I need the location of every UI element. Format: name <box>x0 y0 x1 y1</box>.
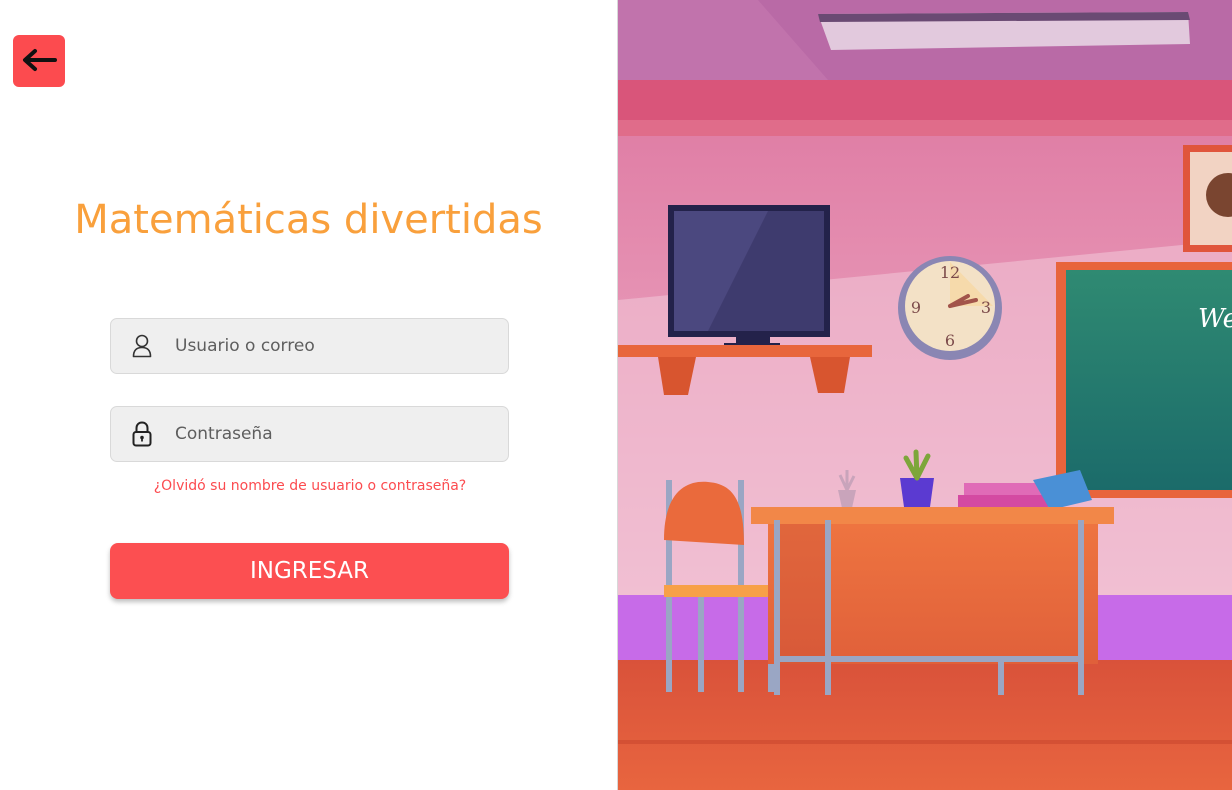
forgot-credentials-link[interactable]: ¿Olvidó su nombre de usuario o contraseñ… <box>0 478 620 494</box>
clock-number-3: 3 <box>981 298 991 317</box>
clock-number-9: 9 <box>911 298 921 317</box>
arrow-left-icon <box>21 48 57 75</box>
classroom-illustration: 12 3 6 9 We <box>617 0 1232 790</box>
lock-icon <box>131 421 153 447</box>
clock-number-6: 6 <box>945 331 955 350</box>
back-button[interactable] <box>13 35 65 87</box>
chalkboard-text: We <box>1198 304 1232 334</box>
username-field[interactable] <box>110 318 509 374</box>
page-title: Matemáticas divertidas <box>74 197 543 243</box>
clock-number-12: 12 <box>940 263 960 282</box>
password-field[interactable] <box>110 406 509 462</box>
user-icon <box>131 333 153 359</box>
login-page: Matemáticas divertidas ¿Olvid <box>0 0 1232 790</box>
login-panel: Matemáticas divertidas ¿Olvid <box>0 0 617 790</box>
password-input[interactable] <box>175 407 508 461</box>
login-submit-button[interactable]: INGRESAR <box>110 543 509 599</box>
username-input[interactable] <box>175 319 508 373</box>
